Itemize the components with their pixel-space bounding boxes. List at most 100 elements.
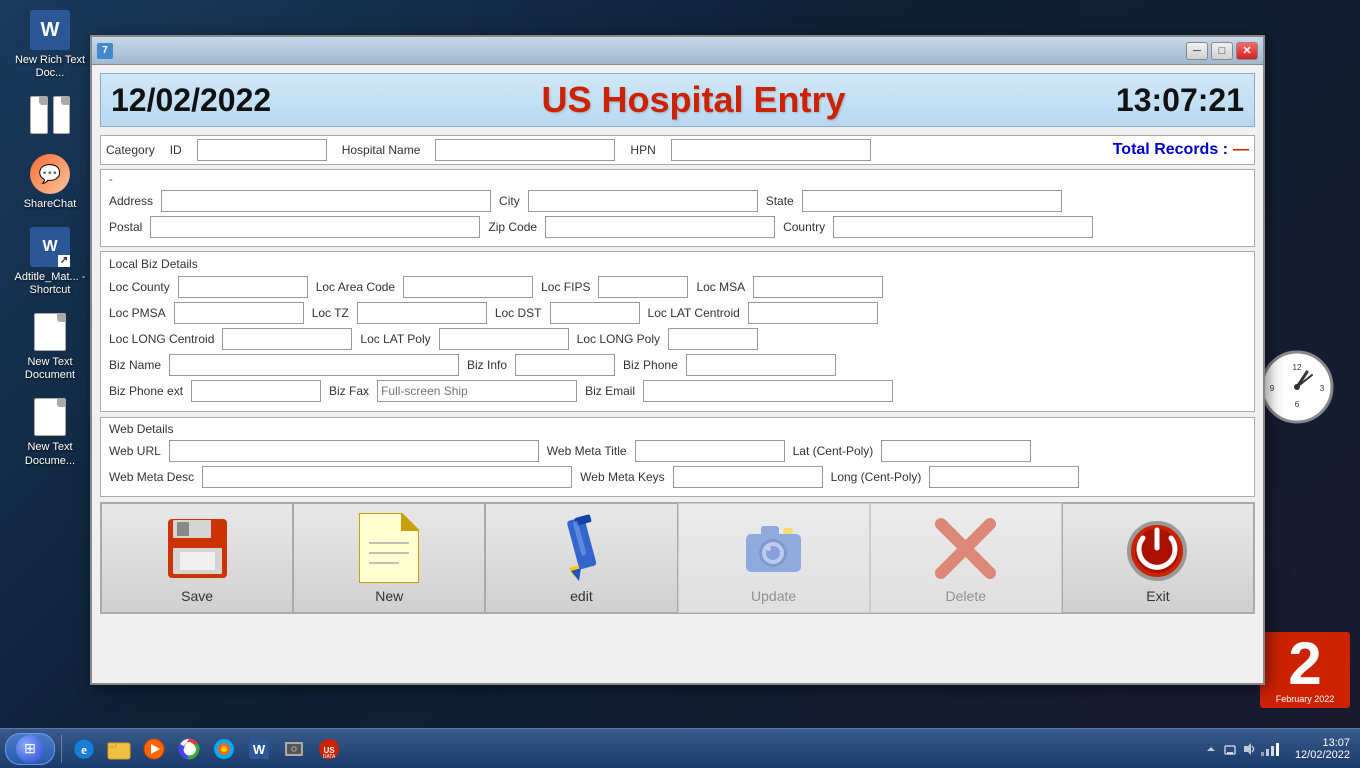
postal-row: Postal Zip Code Country — [109, 216, 1246, 238]
clock-widget: 12 6 9 3 — [1260, 350, 1340, 430]
state-input[interactable] — [802, 190, 1062, 212]
svg-text:DATA: DATA — [323, 754, 336, 760]
desktop-icon-new-text-1[interactable]: New Text Document — [10, 312, 90, 382]
loc-dst-label: Loc DST — [495, 306, 542, 320]
new-text-label-2: New Text Docume... — [10, 441, 90, 467]
desktop-icon-sharechat[interactable]: 💬 ShareChat — [10, 154, 90, 211]
postal-label: Postal — [109, 220, 142, 234]
web-meta-title-input[interactable] — [635, 440, 785, 462]
new-label: New — [375, 588, 403, 604]
hospital-name-input[interactable] — [435, 139, 615, 161]
biz-row-1: Loc County Loc Area Code Loc FIPS Loc MS… — [109, 276, 1246, 298]
save-icon — [162, 513, 232, 583]
desktop-icon-doc1[interactable] — [10, 95, 90, 139]
loc-dst-input[interactable] — [550, 302, 640, 324]
loc-lat-poly-input[interactable] — [439, 328, 569, 350]
start-button[interactable]: ⊞ — [5, 733, 55, 765]
save-button[interactable]: Save — [101, 503, 293, 613]
country-input[interactable] — [833, 216, 1093, 238]
app-title: US Hospital Entry — [542, 79, 846, 121]
delete-button[interactable]: Delete — [870, 503, 1062, 613]
address-input[interactable] — [161, 190, 491, 212]
biz-email-label: Biz Email — [585, 384, 635, 398]
loc-long-centroid-input[interactable] — [222, 328, 352, 350]
city-label: City — [499, 194, 520, 208]
total-records-container: Total Records : — — [1113, 141, 1249, 159]
desktop: W New Rich Text Doc... 💬 ShareChat W Adt… — [0, 0, 1360, 768]
taskbar-firefox-icon[interactable] — [208, 733, 240, 765]
loc-fips-input[interactable] — [598, 276, 688, 298]
taskbar-media-icon[interactable] — [138, 733, 170, 765]
signal-icon — [1260, 741, 1280, 757]
exit-button[interactable]: Exit — [1062, 503, 1254, 613]
doc-icon-1 — [30, 96, 48, 134]
city-input[interactable] — [528, 190, 758, 212]
web-url-input[interactable] — [169, 440, 539, 462]
calendar-month: February 2022 — [1262, 694, 1348, 706]
minimize-button[interactable]: ─ — [1186, 42, 1208, 60]
loc-tz-label: Loc TZ — [312, 306, 349, 320]
biz-name-input[interactable] — [169, 354, 459, 376]
biz-row-2: Loc PMSA Loc TZ Loc DST Loc LAT Centroid — [109, 302, 1246, 324]
biz-name-label: Biz Name — [109, 358, 161, 372]
taskbar-ie-icon[interactable]: e — [68, 733, 100, 765]
loc-lat-centroid-label: Loc LAT Centroid — [648, 306, 740, 320]
biz-fax-input[interactable] — [377, 380, 577, 402]
maximize-button[interactable]: □ — [1211, 42, 1233, 60]
desktop-icon-adtitle[interactable]: W Adtitle_Mat... - Shortcut — [10, 227, 90, 297]
taskbar-drive-icon[interactable] — [278, 733, 310, 765]
svg-text:3: 3 — [1320, 384, 1325, 393]
biz-phone-input[interactable] — [686, 354, 836, 376]
loc-county-input[interactable] — [178, 276, 308, 298]
address-label: Address — [109, 194, 153, 208]
edit-button[interactable]: edit — [485, 503, 677, 613]
loc-msa-input[interactable] — [753, 276, 883, 298]
svg-text:9: 9 — [1270, 384, 1275, 393]
loc-long-poly-input[interactable] — [668, 328, 758, 350]
update-label: Update — [751, 588, 796, 604]
loc-pmsa-input[interactable] — [174, 302, 304, 324]
close-button[interactable]: ✕ — [1236, 42, 1258, 60]
category-label: Category — [106, 143, 155, 157]
taskbar-date: 12/02/2022 — [1295, 749, 1350, 761]
biz-row-5: Biz Phone ext Biz Fax Biz Email — [109, 380, 1246, 402]
edit-icon — [546, 513, 616, 583]
app-icon: 7 — [97, 43, 113, 59]
taskbar-app-icon[interactable]: US DATA — [313, 733, 345, 765]
biz-info-input[interactable] — [515, 354, 615, 376]
loc-pmsa-label: Loc PMSA — [109, 306, 166, 320]
lat-cent-poly-input[interactable] — [881, 440, 1031, 462]
long-cent-poly-input[interactable] — [929, 466, 1079, 488]
new-button[interactable]: New — [293, 503, 485, 613]
sharechat-icon: 💬 — [30, 154, 70, 194]
loc-lat-centroid-input[interactable] — [748, 302, 878, 324]
taskbar-time: 13:07 — [1295, 737, 1350, 749]
taskbar-word-icon[interactable]: W — [243, 733, 275, 765]
app-date: 12/02/2022 — [111, 82, 271, 119]
desktop-icon-rich-text[interactable]: W New Rich Text Doc... — [10, 10, 90, 80]
loc-tz-input[interactable] — [357, 302, 487, 324]
biz-section-title: Local Biz Details — [109, 257, 1246, 271]
exit-label: Exit — [1146, 588, 1169, 604]
taskbar-folder-icon[interactable] — [103, 733, 135, 765]
web-meta-desc-input[interactable] — [202, 466, 572, 488]
taskbar-chrome-icon[interactable] — [173, 733, 205, 765]
app-window: 7 ─ □ ✕ 12/02/2022 US Hospital Entry — [90, 35, 1265, 685]
loc-area-code-input[interactable] — [403, 276, 533, 298]
id-input[interactable] — [197, 139, 327, 161]
address-section: - Address City State Postal Zip Code Cou… — [100, 169, 1255, 247]
zipcode-input[interactable] — [545, 216, 775, 238]
web-meta-keys-input[interactable] — [673, 466, 823, 488]
clock-svg: 12 6 9 3 — [1260, 350, 1335, 425]
desktop-icon-new-text-2[interactable]: New Text Docume... — [10, 397, 90, 467]
biz-info-label: Biz Info — [467, 358, 507, 372]
biz-phone-ext-input[interactable] — [191, 380, 321, 402]
total-records-value: — — [1233, 141, 1249, 159]
word-icon: W — [30, 10, 70, 50]
postal-input[interactable] — [150, 216, 480, 238]
state-label: State — [766, 194, 794, 208]
hpn-input[interactable] — [671, 139, 871, 161]
zipcode-label: Zip Code — [488, 220, 537, 234]
update-button[interactable]: Update — [678, 503, 870, 613]
biz-email-input[interactable] — [643, 380, 893, 402]
